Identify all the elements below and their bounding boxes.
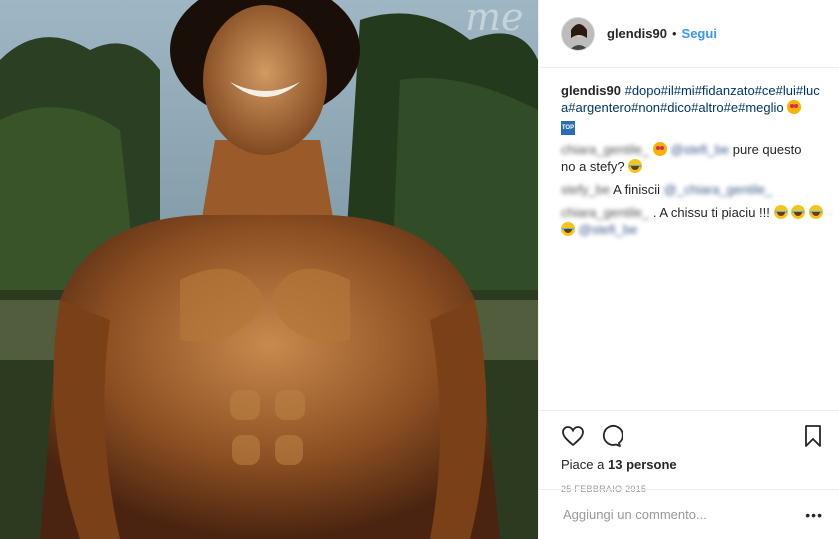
comment-item: stefy_be A finiscii @_chiara_gentile_: [561, 181, 823, 198]
heart-icon[interactable]: [561, 424, 585, 448]
photo-watermark: me: [465, 0, 524, 39]
tears-of-joy-emoji-icon: [791, 205, 806, 219]
comment-username-blurred[interactable]: chiara_gentile_: [561, 205, 649, 220]
comment-input[interactable]: [561, 506, 806, 523]
add-comment-bar: •••: [539, 489, 839, 539]
post-header: glendis90 • Segui: [539, 0, 839, 68]
comment-username-blurred[interactable]: stefy_be: [561, 182, 610, 197]
photo-illustration: me: [0, 0, 538, 539]
comment-mention-blurred[interactable]: @stefi_be: [579, 222, 638, 237]
comment-text: . A chissu ti piaciu !!!: [652, 205, 770, 220]
tears-of-joy-emoji-icon: [628, 159, 643, 173]
tears-of-joy-emoji-icon: [808, 205, 823, 219]
post-sidebar: glendis90 • Segui glendis90 #dopo#il#mi#…: [538, 0, 839, 539]
avatar[interactable]: [561, 16, 595, 51]
comment-item: chiara_gentile_ @stefi_be pure questo no…: [561, 141, 823, 175]
caption-hashtags-line1[interactable]: #dopo#il#mi#fidanzato#ce#lui#luc: [625, 83, 820, 98]
heart-eyes-emoji-icon: [787, 100, 802, 114]
post-actions: Piace a 13 persone 25 FEBBRAIO 2015: [539, 410, 839, 494]
tears-of-joy-emoji-icon: [773, 205, 788, 219]
comment-icon[interactable]: [599, 424, 623, 448]
tears-of-joy-emoji-icon: [561, 222, 575, 236]
post-photo[interactable]: me: [0, 0, 538, 539]
caption: glendis90 #dopo#il#mi#fidanzato#ce#lui#l…: [561, 82, 823, 135]
action-icons-row: [561, 421, 823, 451]
header-username[interactable]: glendis90: [607, 26, 667, 41]
likes-count[interactable]: Piace a 13 persone: [561, 457, 823, 472]
separator-dot: •: [671, 26, 677, 41]
comment-text: A finiscii: [613, 182, 661, 197]
comment-mention-blurred[interactable]: @stefi_be: [670, 142, 729, 157]
comment-text: pure questo: [732, 142, 802, 157]
comment-mention-blurred[interactable]: @_chiara_gentile_: [664, 182, 773, 197]
more-options-icon[interactable]: •••: [805, 507, 823, 523]
instagram-post: me glendis90 • Segui glendis90 #dopo#il#…: [0, 0, 839, 539]
top-badge: TOP: [561, 121, 575, 135]
comment-text-continued: no a stefy?: [561, 159, 625, 174]
comments-section: glendis90 #dopo#il#mi#fidanzato#ce#lui#l…: [539, 68, 839, 408]
likes-number[interactable]: 13 persone: [608, 457, 677, 472]
avatar-image-icon: [562, 17, 594, 50]
heart-eyes-emoji-icon: [652, 142, 667, 156]
caption-username[interactable]: glendis90: [561, 83, 621, 98]
comment-username-blurred[interactable]: chiara_gentile_: [561, 142, 649, 157]
likes-prefix: Piace a: [561, 457, 605, 472]
bookmark-icon[interactable]: [803, 424, 823, 448]
follow-button[interactable]: Segui: [682, 26, 717, 41]
comment-item: chiara_gentile_ . A chissu ti piaciu !!!…: [561, 204, 823, 238]
caption-hashtags-line2[interactable]: a#argentero#non#dico#altro#e#meglio: [561, 100, 784, 115]
